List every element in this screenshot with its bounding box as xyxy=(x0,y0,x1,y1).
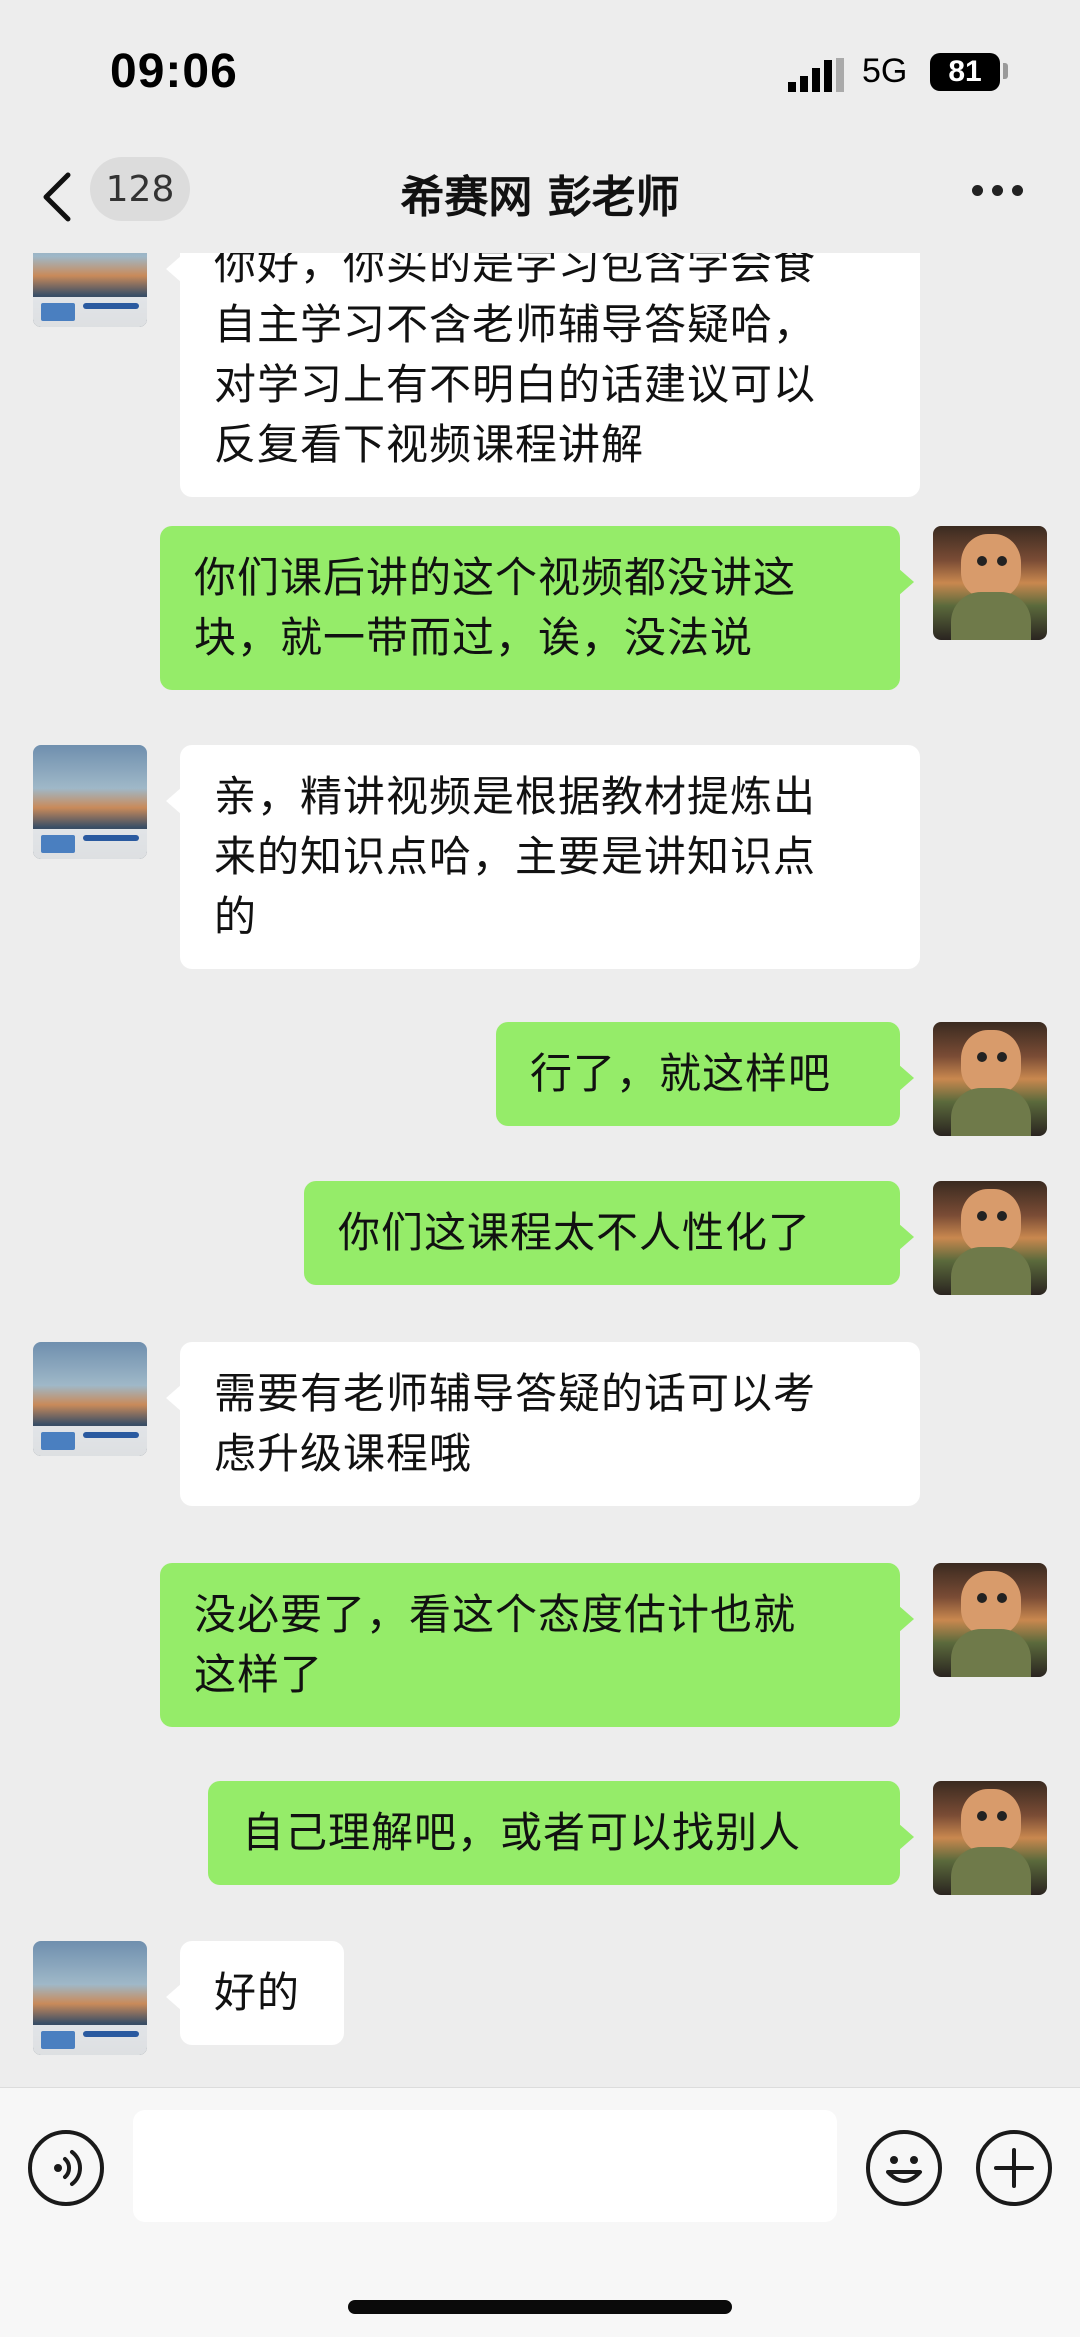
message-line: 亲，精讲视频是根据教材提炼出 xyxy=(214,772,817,821)
user-avatar[interactable] xyxy=(933,1563,1047,1677)
message-line: 需要有老师辅导答疑的话可以考 xyxy=(214,1369,817,1418)
emoji-icon[interactable] xyxy=(866,2130,942,2206)
message-line: 没必要了，看这个态度估计也就 xyxy=(194,1590,797,1639)
message-line: 好的 xyxy=(214,1968,301,2017)
sent-message-bubble[interactable]: 行了，就这样吧 xyxy=(496,1022,914,1126)
teacher-avatar[interactable] xyxy=(33,253,147,327)
user-avatar[interactable] xyxy=(933,1022,1047,1136)
chat-title: 希赛网 彭老师 xyxy=(400,172,680,223)
teacher-avatar[interactable] xyxy=(33,1941,147,2055)
message-line: 自主学习不含老师辅导答疑哈， xyxy=(214,300,817,349)
battery-cap xyxy=(1003,63,1008,79)
message-input[interactable] xyxy=(133,2110,837,2222)
message-line: 来的知识点哈，主要是讲知识点 xyxy=(214,832,817,881)
sent-message-bubble[interactable]: 自己理解吧，或者可以找别人 xyxy=(208,1781,914,1885)
message-line: 你好，你买的是学习包含学会食 xyxy=(214,253,817,289)
received-message-bubble[interactable]: 你好，你买的是学习包含学会食 自主学习不含老师辅导答疑哈， 对学习上有不明白的话… xyxy=(166,253,920,497)
received-message-bubble[interactable]: 好的 xyxy=(166,1941,344,2045)
clock: 09:06 xyxy=(110,45,238,98)
user-avatar[interactable] xyxy=(933,526,1047,640)
battery-icon: 81 xyxy=(930,53,1000,91)
signal-icon xyxy=(788,58,844,92)
network-label: 5G xyxy=(862,52,908,90)
message-line: 你们这课程太不人性化了 xyxy=(338,1208,812,1257)
message-line: 虑升级课程哦 xyxy=(214,1429,473,1478)
home-indicator[interactable] xyxy=(348,2300,732,2314)
more-options-icon[interactable] xyxy=(972,175,1032,205)
user-avatar[interactable] xyxy=(933,1181,1047,1295)
voice-icon[interactable] xyxy=(28,2130,104,2206)
chat-header: 128 希赛网 彭老师 xyxy=(0,145,1080,253)
sent-message-bubble[interactable]: 你们课后讲的这个视频都没讲这 块，就一带而过，诶，没法说 xyxy=(160,526,914,690)
message-line: 你们课后讲的这个视频都没讲这 xyxy=(194,553,797,602)
message-list[interactable]: 你好，你买的是学习包含学会食 自主学习不含老师辅导答疑哈， 对学习上有不明白的话… xyxy=(0,253,1080,2087)
user-avatar[interactable] xyxy=(933,1781,1047,1895)
message-line: 反复看下视频课程讲解 xyxy=(214,420,645,469)
message-line: 这样了 xyxy=(194,1650,324,1699)
teacher-avatar[interactable] xyxy=(33,1342,147,1456)
message-line: 行了，就这样吧 xyxy=(530,1049,832,1098)
sent-message-bubble[interactable]: 你们这课程太不人性化了 xyxy=(304,1181,914,1285)
sent-message-bubble[interactable]: 没必要了，看这个态度估计也就 这样了 xyxy=(160,1563,914,1727)
status-bar: 09:06 5G 81 xyxy=(0,0,1080,145)
message-line: 的 xyxy=(214,892,258,941)
teacher-avatar[interactable] xyxy=(33,745,147,859)
message-line: 块，就一带而过，诶，没法说 xyxy=(194,613,754,662)
plus-icon[interactable] xyxy=(976,2130,1052,2206)
message-line: 自己理解吧，或者可以找别人 xyxy=(242,1808,802,1857)
received-message-bubble[interactable]: 需要有老师辅导答疑的话可以考 虑升级课程哦 xyxy=(166,1342,920,1506)
message-line: 对学习上有不明白的话建议可以 xyxy=(214,360,817,409)
received-message-bubble[interactable]: 亲，精讲视频是根据教材提炼出 来的知识点哈，主要是讲知识点 的 xyxy=(166,745,920,969)
